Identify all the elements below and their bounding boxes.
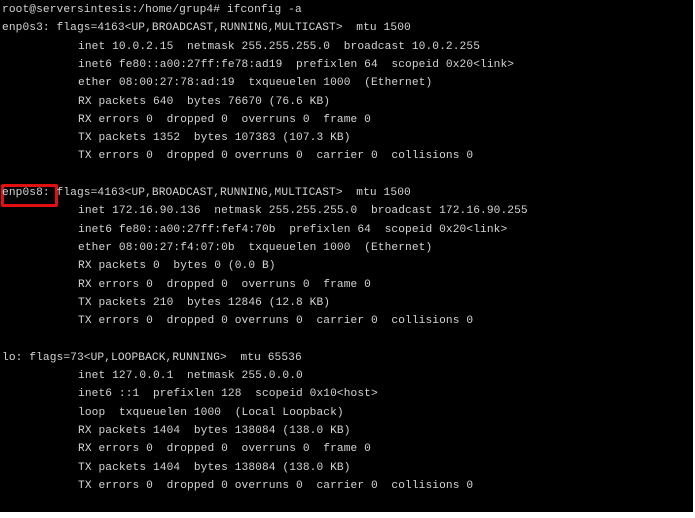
terminal-output-line: TX errors 0 dropped 0 overruns 0 carrier… bbox=[78, 150, 474, 163]
terminal-line: lo: flags=73<UP,LOOPBACK,RUNNING> mtu 65… bbox=[2, 351, 302, 364]
terminal-output-line: loop txqueuelen 1000 (Local Loopback) bbox=[78, 406, 344, 419]
terminal-line: enp0s8: flags=4163<UP,BROADCAST,RUNNING,… bbox=[2, 187, 411, 199]
terminal-output-line: RX errors 0 dropped 0 overruns 0 frame 0 bbox=[78, 443, 371, 456]
terminal-output-line: ether 08:00:27:f4:07:0b txqueuelen 1000 … bbox=[78, 241, 433, 254]
terminal-output-line: inet 172.16.90.136 netmask 255.255.255.0… bbox=[78, 205, 528, 218]
terminal-output-line: inet 127.0.0.1 netmask 255.0.0.0 bbox=[78, 370, 303, 382]
terminal-output-line: inet6 fe80::a00:27ff:fef4:70b prefixlen … bbox=[78, 223, 508, 236]
terminal-output-line: RX errors 0 dropped 0 overruns 0 frame 0 bbox=[78, 278, 371, 291]
terminal-output-line: inet6 fe80::a00:27ff:fe78:ad19 prefixlen… bbox=[78, 58, 515, 71]
terminal-output-line: TX packets 210 bytes 12846 (12.8 KB) bbox=[78, 296, 331, 309]
terminal-output-line: ether 08:00:27:78:ad:19 txqueuelen 1000 … bbox=[78, 77, 433, 90]
terminal-output-line: TX packets 1352 bytes 107383 (107.3 KB) bbox=[78, 132, 351, 145]
terminal-output-line: TX errors 0 dropped 0 overruns 0 carrier… bbox=[78, 479, 474, 492]
terminal-line: enp0s3: flags=4163<UP,BROADCAST,RUNNING,… bbox=[2, 22, 411, 35]
terminal-output-line: RX packets 640 bytes 76670 (76.6 KB) bbox=[78, 95, 331, 108]
terminal-output-line: inet6 ::1 prefixlen 128 scopeid 0x10<hos… bbox=[78, 388, 378, 401]
terminal-window[interactable]: root@serversintesis:/home/grup4# ifconfi… bbox=[0, 0, 693, 512]
terminal-line: root@serversintesis:/home/grup4# ifconfi… bbox=[2, 4, 302, 16]
terminal-output-line: RX packets 0 bytes 0 (0.0 B) bbox=[78, 260, 276, 273]
terminal-output-line: TX packets 1404 bytes 138084 (138.0 KB) bbox=[78, 461, 351, 474]
terminal-output-line: inet 10.0.2.15 netmask 255.255.255.0 bro… bbox=[78, 40, 481, 53]
terminal-output-line: TX errors 0 dropped 0 overruns 0 carrier… bbox=[78, 315, 474, 328]
terminal-output-line: RX errors 0 dropped 0 overruns 0 frame 0 bbox=[78, 113, 371, 126]
terminal-output-line: RX packets 1404 bytes 138084 (138.0 KB) bbox=[78, 424, 351, 437]
